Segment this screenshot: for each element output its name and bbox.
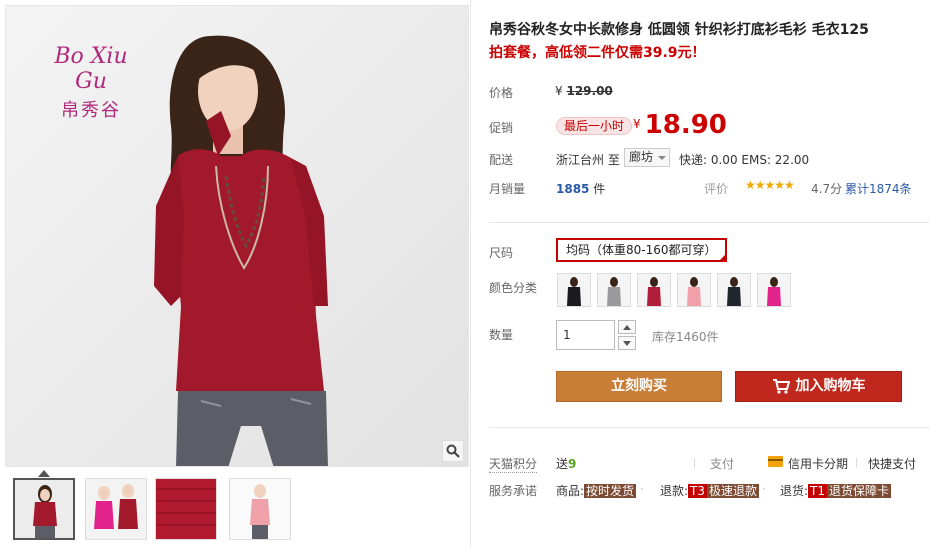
- tmall-points-label[interactable]: 天猫积分: [489, 455, 538, 473]
- color-swatch-gray[interactable]: [597, 273, 631, 307]
- main-product-image[interactable]: Bo Xiu Gu 帛秀谷: [5, 5, 469, 467]
- dot-separator: ·: [762, 482, 766, 496]
- size-option-selected[interactable]: 均码（体重80-160都可穿）: [556, 238, 727, 262]
- quantity-decrease-button[interactable]: [618, 336, 636, 350]
- credit-installment-link[interactable]: 信用卡分期: [788, 455, 848, 472]
- separator: [856, 458, 857, 468]
- dot-separator: ·: [640, 482, 644, 496]
- monthly-sales-count: 1885: [556, 182, 590, 196]
- section-divider: [489, 222, 929, 223]
- service-return-prefix: 退货:: [780, 484, 809, 498]
- original-price-currency: ¥: [555, 84, 563, 98]
- service-goods-prefix: 商品:: [556, 484, 585, 498]
- color-swatch-red[interactable]: [637, 273, 671, 307]
- service-fast-refund[interactable]: 退款: T3 极速退款: [660, 482, 760, 499]
- service-return-guarantee[interactable]: 退货: T1 退货保障卡: [780, 482, 892, 499]
- last-hour-badge: 最后一小时: [556, 117, 633, 135]
- service-return-tag: 退货保障卡: [827, 484, 892, 498]
- color-swatch-pink[interactable]: [677, 273, 711, 307]
- product-promo-text: 拍套餐，高低领二件仅需39.9元！: [489, 45, 706, 61]
- zoom-icon[interactable]: [442, 440, 464, 462]
- color-swatch-magenta[interactable]: [757, 273, 791, 307]
- thumbnail-3[interactable]: [155, 478, 217, 540]
- thumbnail-1[interactable]: [13, 478, 75, 540]
- service-return-code: T1: [808, 484, 828, 498]
- size-label: 尺码: [489, 246, 514, 260]
- tmall-points-prefix: 送: [556, 457, 569, 471]
- selected-check-icon: [717, 253, 727, 262]
- ship-from: 浙江台州 至: [556, 153, 620, 167]
- color-swatch-navy[interactable]: [717, 273, 751, 307]
- thumbnail-pointer: [38, 470, 50, 477]
- chevron-down-icon: [658, 156, 666, 160]
- tmall-points-value: 送9: [556, 455, 576, 472]
- rating-stars-icon: ★★★★★: [745, 178, 795, 192]
- cart-icon: [772, 379, 790, 394]
- original-price-value: 129.00: [566, 84, 613, 98]
- product-title: 帛秀谷秋冬女中长款修身 低圆领 针织衫打底衫毛衫 毛衣125: [489, 22, 869, 38]
- add-to-cart-label: 加入购物车: [795, 378, 866, 394]
- quantity-label: 数量: [489, 328, 514, 342]
- thumbnail-strip: [5, 470, 469, 546]
- monthly-sales-label: 月销量: [489, 182, 526, 196]
- color-label: 颜色分类: [489, 281, 538, 295]
- rating-score: 4.7分: [811, 182, 843, 196]
- size-option-text: 均码（体重80-160都可穿）: [566, 243, 717, 257]
- section-divider-2: [489, 427, 929, 428]
- review-count-link[interactable]: 累计1874条: [845, 180, 912, 197]
- monthly-sales: 1885 件: [556, 180, 605, 197]
- rating-label: 评价: [704, 182, 729, 196]
- service-on-time-delivery[interactable]: 商品: 按时发货: [556, 482, 637, 499]
- model-figure: [154, 35, 328, 466]
- color-swatch-black[interactable]: [557, 273, 591, 307]
- promotion-price-currency: ¥: [633, 117, 641, 131]
- promotion-price: ¥18.90: [633, 110, 727, 140]
- chevron-down-icon: [623, 340, 631, 346]
- shipping-label: 配送: [489, 153, 514, 167]
- separator: [694, 458, 695, 468]
- original-price: ¥ 129.00: [555, 84, 613, 98]
- column-divider: [470, 0, 471, 548]
- thumbnail-2[interactable]: [85, 478, 147, 540]
- stock-count: 库存1460件: [652, 330, 719, 344]
- thumbnail-4[interactable]: [229, 478, 291, 540]
- shipping-fee: 快递: 0.00 EMS: 22.00: [679, 153, 810, 167]
- promotion-price-value: 18.90: [644, 110, 727, 140]
- price-label: 价格: [489, 86, 514, 100]
- buy-now-button[interactable]: 立刻购买: [556, 371, 722, 402]
- ship-to-value: 廊坊: [629, 150, 654, 164]
- quick-pay-link[interactable]: 快捷支付: [868, 455, 916, 472]
- service-refund-code: T3: [688, 484, 708, 498]
- service-refund-prefix: 退款:: [660, 484, 689, 498]
- service-refund-tag: 极速退款: [707, 484, 760, 498]
- service-goods-tag: 按时发货: [584, 484, 637, 498]
- chevron-up-icon: [623, 324, 631, 330]
- add-to-cart-button[interactable]: 加入购物车: [735, 371, 902, 402]
- quantity-increase-button[interactable]: [618, 320, 636, 334]
- service-promise-label: 服务承诺: [489, 484, 538, 498]
- promotion-label: 促销: [489, 121, 514, 135]
- monthly-sales-unit: 件: [593, 182, 606, 196]
- payment-label: 支付: [710, 457, 735, 471]
- ship-to-select[interactable]: 廊坊: [624, 148, 670, 167]
- credit-card-icon: [768, 456, 783, 467]
- tmall-points-number: 9: [568, 457, 577, 471]
- quantity-input[interactable]: [556, 320, 615, 350]
